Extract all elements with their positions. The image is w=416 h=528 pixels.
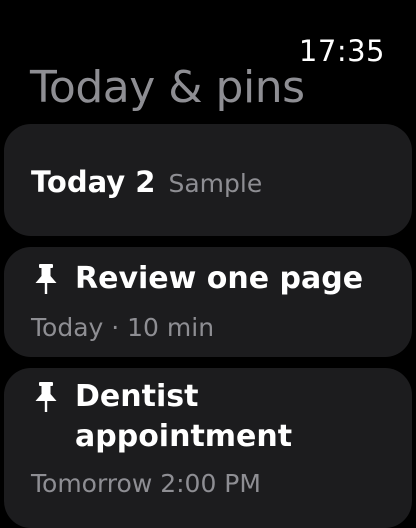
- task-title: Review one page: [75, 261, 364, 296]
- task-title: Dentist appointment: [75, 379, 293, 454]
- today-count-label: Today 2: [31, 165, 156, 199]
- today-row: Today 2 Sample: [31, 164, 262, 202]
- today-sample-label: Sample: [168, 169, 263, 198]
- pin-icon: [33, 382, 59, 412]
- pin-icon: [33, 264, 59, 294]
- page-title: Today & pins: [30, 62, 305, 113]
- today-card[interactable]: Today 2 Sample: [4, 124, 412, 236]
- task-card-review[interactable]: Review one page Today · 10 min: [4, 247, 412, 357]
- task-card-dentist[interactable]: Dentist appointment Tomorrow 2:00 PM: [4, 368, 412, 528]
- task-subtitle: Today · 10 min: [31, 313, 215, 342]
- status-time: 17:35: [298, 34, 385, 68]
- task-subtitle: Tomorrow 2:00 PM: [31, 469, 261, 498]
